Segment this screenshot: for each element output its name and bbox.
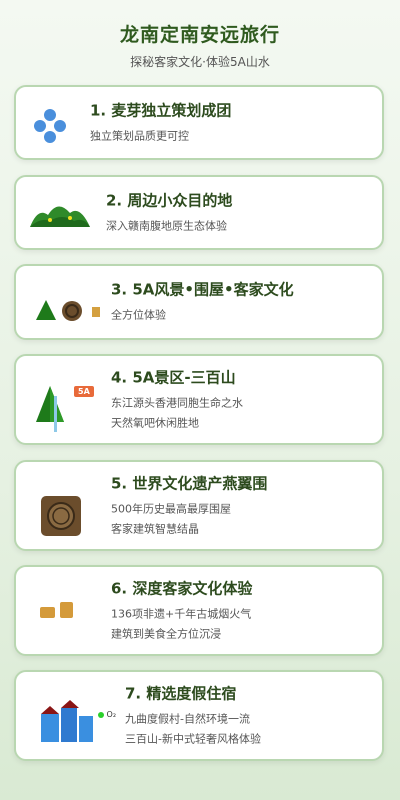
card-title: 5. 世界文化遗产燕翼围 (111, 474, 268, 492)
card-desc-line1: 136项非遗+千年古城烟火气 (111, 607, 252, 620)
feature-card-2[interactable]: 2. 周边小众目的地 深入赣南腹地原生态体验 (14, 175, 384, 250)
feature-card-3[interactable]: 3. 5A风景•围屋•客家文化 全方位体验 (14, 264, 384, 340)
flower-dots-icon (34, 109, 66, 143)
o2-icon: O₂ (98, 710, 116, 719)
culture-blocks-icon (40, 602, 73, 618)
page-title: 龙南定南安远旅行 (119, 24, 280, 46)
feature-card-7[interactable]: O₂ 7. 精选度假住宿 九曲度假村-自然环境一流 三百山-新中式轻奢风格体验 (14, 670, 384, 761)
card-desc-line2: 客家建筑智慧结晶 (111, 522, 199, 535)
feature-card-5[interactable]: 5. 世界文化遗产燕翼围 500年历史最高最厚围屋 客家建筑智慧结晶 (14, 460, 384, 551)
card-desc-line2: 天然氧吧休闲胜地 (111, 416, 199, 429)
5a-badge: 5A (74, 386, 94, 397)
card-desc-line2: 三百山-新中式轻奢风格体验 (125, 732, 261, 745)
card-desc-line1: 九曲度假村-自然环境一流 (125, 712, 250, 725)
feature-card-1[interactable]: 1. 麦芽独立策划成团 独立策划品质更可控 (14, 85, 384, 160)
green-hills-icon (30, 206, 90, 227)
feature-card-4[interactable]: 5A 4. 5A景区-三百山 东江源头香港同胞生命之水 天然氧吧休闲胜地 (14, 354, 384, 445)
page-header: 龙南定南安远旅行 探秘客家文化·体验5A山水 (0, 0, 400, 72)
card-title: 7. 精选度假住宿 (125, 684, 237, 702)
card-desc-line1: 500年历史最高最厚围屋 (111, 502, 231, 515)
card-title: 1. 麦芽独立策划成团 (90, 101, 232, 119)
roundhouse-icon (41, 496, 81, 536)
card-desc-line2: 建筑到美食全方位沉浸 (111, 627, 221, 640)
card-title: 6. 深度客家文化体验 (111, 579, 253, 597)
tree-roundhouse-icon (36, 300, 100, 321)
resort-buildings-icon (41, 700, 93, 742)
card-title: 2. 周边小众目的地 (106, 191, 233, 209)
o2-label: O₂ (106, 710, 117, 719)
card-desc: 独立策划品质更可控 (90, 129, 189, 142)
card-desc-line1: 东江源头香港同胞生命之水 (111, 396, 243, 409)
card-title: 3. 5A风景•围屋•客家文化 (111, 280, 294, 299)
card-title: 4. 5A景区-三百山 (111, 368, 236, 386)
feature-card-6[interactable]: 6. 深度客家文化体验 136项非遗+千年古城烟火气 建筑到美食全方位沉浸 (14, 565, 384, 656)
card-desc: 全方位体验 (111, 308, 166, 322)
page-subtitle: 探秘客家文化·体验5A山水 (130, 55, 270, 69)
card-desc: 深入赣南腹地原生态体验 (106, 219, 227, 232)
